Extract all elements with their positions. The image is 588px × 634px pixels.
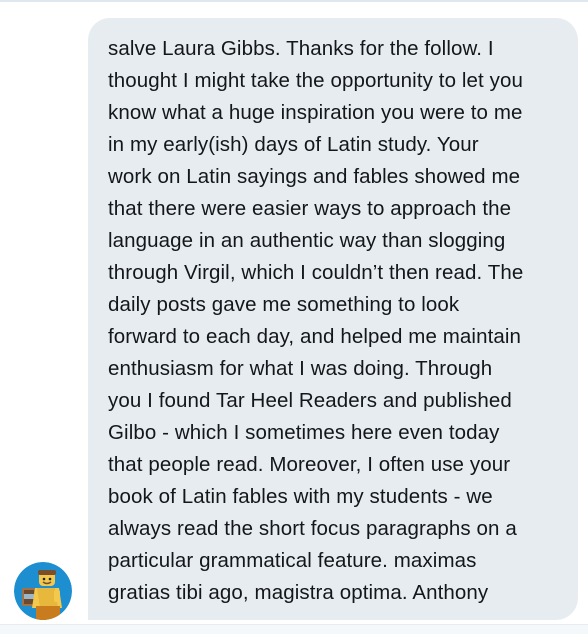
message-line: through Virgil, which I couldn’t then re… <box>108 261 524 284</box>
message-line: in my early(ish) days of Latin study. Yo… <box>108 133 479 156</box>
message-text: salve Laura Gibbs. Thanks for the follow… <box>108 33 562 609</box>
message-line: that people read. Moreover, I often use … <box>108 453 511 476</box>
message-line: you I found Tar Heel Readers and publish… <box>108 389 512 412</box>
sender-avatar[interactable] <box>14 562 72 620</box>
message-line: always read the short focus paragraphs o… <box>108 517 517 540</box>
message-line: gratias tibi ago, magistra optima. Antho… <box>108 581 489 604</box>
message-line: particular grammatical feature. maximas <box>108 549 477 572</box>
message-line: that there were easier ways to approach … <box>108 197 512 220</box>
message-line: Gilbo - which I sometimes here even toda… <box>108 421 500 444</box>
top-divider <box>0 0 588 2</box>
lego-figure-avatar-icon <box>14 562 72 620</box>
message-line: book of Latin fables with my students - … <box>108 485 493 508</box>
message-line: know what a huge inspiration you were to… <box>108 101 523 124</box>
message-line: thought I might take the opportunity to … <box>108 69 523 92</box>
message-bubble: salve Laura Gibbs. Thanks for the follow… <box>88 18 578 620</box>
message-line: daily posts gave me something to look <box>108 293 460 316</box>
message-line: language in an authentic way than sloggi… <box>108 229 506 252</box>
message-line: enthusiasm for what I was doing. Through <box>108 357 493 380</box>
message-line: work on Latin sayings and fables showed … <box>108 165 521 188</box>
message-line: forward to each day, and helped me maint… <box>108 325 522 348</box>
message-line: salve Laura Gibbs. Thanks for the follow… <box>108 37 494 60</box>
